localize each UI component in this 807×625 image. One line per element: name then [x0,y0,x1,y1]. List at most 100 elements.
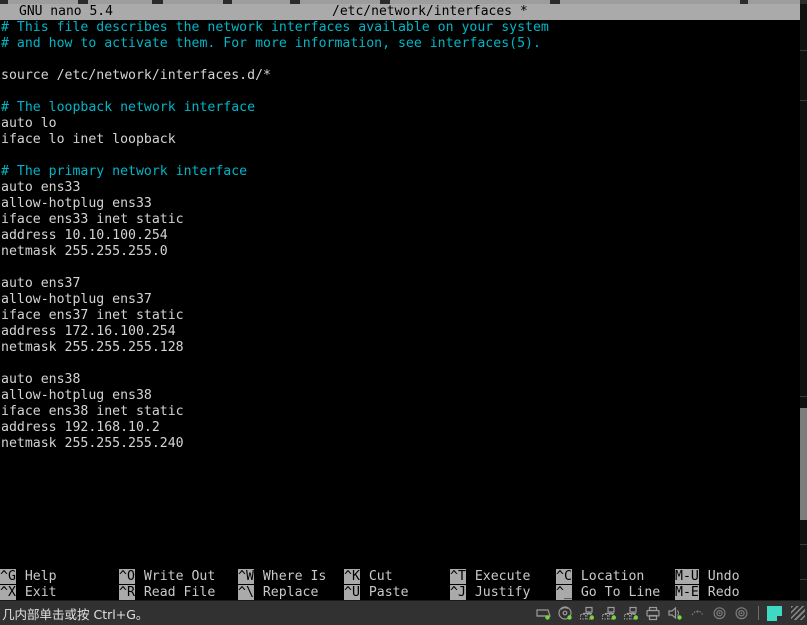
shortcut-go-to-line[interactable]: ^_ Go To Line [556,585,660,601]
scrollbar-tick [800,544,807,545]
shortcut-help[interactable]: ^G Help [0,569,57,585]
shortcut-label: Execute [466,569,531,584]
guest-terminal[interactable]: GNU nano 5.4 /etc/network/interfaces * #… [0,4,800,601]
shortcut-key: ^G [0,569,16,584]
nano-help-row-1: ^G Help ^O Write Out ^W Where Is ^K Cut ^T E… [0,569,800,585]
editor-line[interactable]: iface ens38 inet static [0,404,800,420]
shortcut-label: Go To Line [572,585,661,600]
editor-line[interactable] [0,52,800,68]
shortcut-key: ^T [450,569,466,584]
editor-line[interactable]: allow-hotplug ens37 [0,292,800,308]
shortcut-key: ^O [119,569,135,584]
editor-line[interactable]: iface lo inet loopback [0,132,800,148]
resize-grip[interactable] [791,606,805,620]
editor-line[interactable]: netmask 255.255.255.240 [0,436,800,452]
nano-filename-label: /etc/network/interfaces * [332,4,528,19]
editor-line[interactable]: # The primary network interface [0,164,800,180]
shortcut-label: Replace [254,585,319,600]
editor-line[interactable]: iface ens33 inet static [0,212,800,228]
editor-line[interactable] [0,356,800,372]
shortcut-key: ^J [450,585,466,600]
editor-line[interactable]: auto ens38 [0,372,800,388]
shortcut-key: M-E [675,585,699,600]
shortcut-key: ^X [0,585,16,600]
shortcut-label: Where Is [254,569,327,584]
nano-help-bar: ^G Help ^O Write Out ^W Where Is ^K Cut ^T E… [0,569,800,601]
shortcut-key: ^R [119,585,135,600]
network-adapter-3-icon[interactable] [623,606,640,621]
vm-display-scrollbar[interactable] [800,4,807,601]
shortcut-undo[interactable]: M-U Undo [675,569,740,585]
hard-disk-icon[interactable] [535,606,552,621]
editor-line[interactable]: # This file describes the network interf… [0,20,800,36]
shortcut-paste[interactable]: ^U Paste [344,585,409,601]
network-adapter-2-icon[interactable] [601,606,618,621]
shortcut-exit[interactable]: ^X Exit [0,585,57,601]
status-device-icons [535,605,807,621]
editor-line[interactable]: netmask 255.255.255.128 [0,340,800,356]
nano-version-label: GNU nano 5.4 [19,4,113,19]
vm-thumbnail-indicator[interactable] [767,605,782,621]
shortcut-redo[interactable]: M-E Redo [675,585,740,601]
shortcut-label: Redo [699,585,740,600]
scrollbar-thumb[interactable] [800,408,807,520]
editor-line[interactable]: iface ens37 inet static [0,308,800,324]
shortcut-read-file[interactable]: ^R Read File [119,585,215,601]
shortcut-label: Read File [135,585,216,600]
shortcut-cut[interactable]: ^K Cut [344,569,393,585]
editor-line[interactable]: auto ens33 [0,180,800,196]
nano-help-row-2: ^X Exit ^R Read File ^\ Replace ^U Paste ^J … [0,585,800,601]
shortcut-label: Help [16,569,57,584]
editor-line[interactable] [0,148,800,164]
status-separator [758,606,759,620]
network-adapter-icon[interactable] [579,606,596,621]
disc-icon[interactable] [711,606,728,621]
shortcut-label: Exit [16,585,57,600]
shortcut-label: Undo [699,569,740,584]
shortcut-where-is[interactable]: ^W Where Is [238,569,326,585]
editor-line[interactable]: # The loopback network interface [0,100,800,116]
shortcut-key: ^\ [238,585,254,600]
shortcut-label: Paste [360,585,409,600]
editor-line[interactable]: netmask 255.255.255.0 [0,244,800,260]
editor-line[interactable] [0,260,800,276]
shortcut-key: ^C [556,569,572,584]
shortcut-execute[interactable]: ^T Execute [450,569,530,585]
printer-icon[interactable] [645,606,662,621]
editor-line[interactable]: address 192.168.10.2 [0,420,800,436]
editor-line[interactable]: auto ens37 [0,276,800,292]
sound-card-icon[interactable] [667,606,684,621]
scrollbar-tick [800,100,807,101]
usb-icon[interactable] [689,606,706,621]
editor-line[interactable]: address 10.10.100.254 [0,228,800,244]
vmware-status-bar: 几内部单击或按 Ctrl+G。 [0,600,807,625]
shortcut-location[interactable]: ^C Location [556,569,644,585]
status-message: 几内部单击或按 Ctrl+G。 [2,606,149,622]
editor-line[interactable]: auto lo [0,116,800,132]
vmware-window: GNU nano 5.4 /etc/network/interfaces * #… [0,0,807,625]
disc-2-icon[interactable] [733,606,750,621]
shortcut-key: ^_ [556,585,572,600]
nano-title-bar: GNU nano 5.4 /etc/network/interfaces * [0,4,800,20]
editor-line[interactable] [0,84,800,100]
cd-dvd-icon[interactable] [557,605,574,621]
shortcut-key: ^K [344,569,360,584]
shortcut-label: Justify [466,585,531,600]
editor-line[interactable]: allow-hotplug ens38 [0,388,800,404]
scrollbar-tick [800,579,807,580]
shortcut-justify[interactable]: ^J Justify [450,585,530,601]
shortcut-key: ^W [238,569,254,584]
shortcut-write-out[interactable]: ^O Write Out [119,569,215,585]
editor-line[interactable]: source /etc/network/interfaces.d/* [0,68,800,84]
shortcut-replace[interactable]: ^\ Replace [238,585,318,601]
scrollbar-tick [800,396,807,397]
editor-line[interactable]: # and how to activate them. For more inf… [0,36,800,52]
shortcut-label: Cut [360,569,393,584]
shortcut-label: Write Out [135,569,216,584]
nano-editor-area[interactable]: # This file describes the network interf… [0,20,800,553]
editor-line[interactable]: allow-hotplug ens33 [0,196,800,212]
editor-line[interactable]: address 172.16.100.254 [0,324,800,340]
shortcut-label: Location [572,569,645,584]
scrollbar-tick [800,50,807,51]
shortcut-key: ^U [344,585,360,600]
